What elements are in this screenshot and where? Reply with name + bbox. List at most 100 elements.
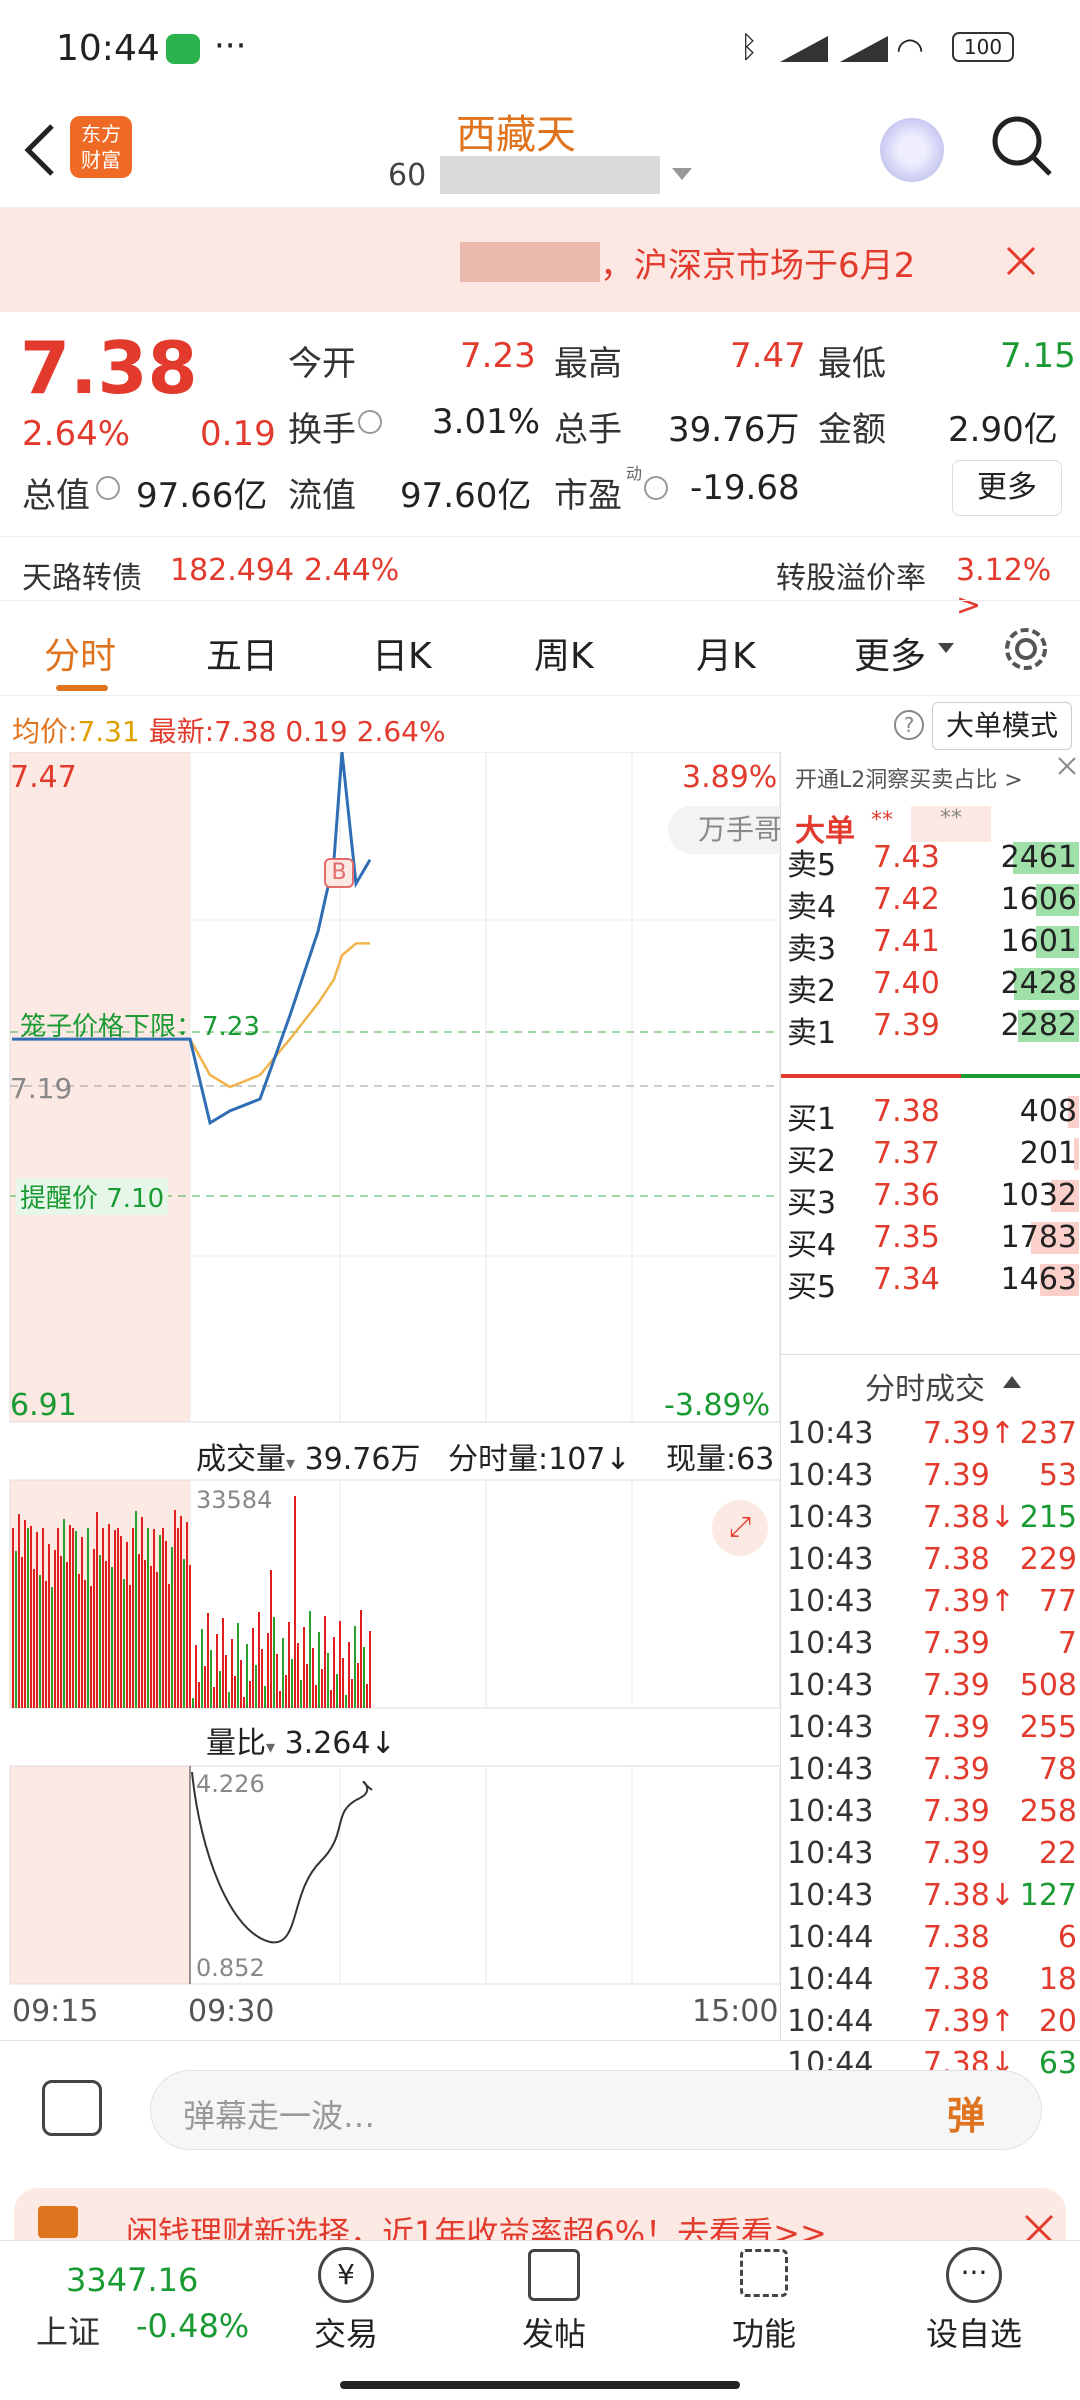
latest-change: 0.19 [285,715,348,748]
low-value: 7.15 [1000,336,1076,376]
tick-row: 10:43 7.39 508 [781,1668,1080,1710]
tick-row: 10:43 7.38↓ 215 [781,1500,1080,1542]
big-order-mode-button[interactable]: 大单模式 [932,702,1072,750]
post-icon[interactable] [528,2249,580,2301]
danmu-button[interactable]: 弹 [947,2085,985,2140]
more-button[interactable]: 更多 [952,460,1062,516]
ratio-value: 3.264↓ [284,1726,396,1761]
dropdown-icon[interactable] [672,168,692,182]
volume-bar [99,1555,101,1708]
settings-icon[interactable] [1002,625,1050,673]
nav-function[interactable]: 功能 [732,2309,796,2355]
comment-placeholder: 弹幕走一波… [183,2097,376,2135]
volume-bar [15,1551,17,1708]
wifi-icon: ◠ [896,30,924,68]
bid-row[interactable]: 买4 7.35 1783 [781,1216,1080,1263]
volume-bar [96,1512,98,1708]
volume-bar [276,1654,278,1708]
l2-banner[interactable]: 开通L2洞察买卖占比 > [795,762,1023,794]
bid-row[interactable]: 买5 7.34 1463 [781,1258,1080,1305]
collapse-icon[interactable] [1003,1376,1021,1388]
quote-panel: 7.38 2.64% 0.19 总值 97.66亿 今开 7.23 最高 7.4… [0,312,1080,542]
bid-row[interactable]: 买1 7.38 408 [781,1090,1080,1137]
pct-top-label: 3.89% [682,760,778,795]
active-tab-indicator [56,685,108,691]
tick-row: 10:43 7.39 258 [781,1794,1080,1836]
help-icon[interactable]: ? [894,710,924,740]
add-favorite-icon[interactable]: ··· [946,2247,1002,2303]
comment-icon[interactable] [42,2080,102,2136]
ratio-max-label: 4.226 [196,1770,265,1798]
tab-day-k[interactable]: 日K [372,627,432,679]
tab-week-k[interactable]: 周K [534,627,594,679]
ask-row[interactable]: 卖5 7.43 2461 [781,836,1080,883]
wan-shou-badge[interactable]: 万手哥 [668,806,780,854]
nav-post[interactable]: 发帖 [522,2309,586,2355]
ask-row[interactable]: 卖2 7.40 2428 [781,962,1080,1009]
volume-bar [105,1561,107,1708]
market-notice[interactable]: ，沪深京市场于6月2 [0,208,1080,312]
tick-row: 10:43 7.39 22 [781,1836,1080,1878]
now-volume: 现量:63 [666,1442,775,1477]
tick-price: 7.38 [923,1962,990,1997]
comment-input[interactable]: 弹幕走一波… 弹 [150,2070,1042,2150]
price-chart[interactable] [0,752,780,2040]
tick-time: 10:43 [787,1668,874,1703]
index-value[interactable]: 3347.16 [66,2261,198,2299]
volume-label[interactable]: 成交量 [196,1442,286,1477]
tick-time: 10:43 [787,1794,874,1829]
expand-icon[interactable]: ⤢ [712,1500,768,1556]
bid-row[interactable]: 买3 7.36 1032 [781,1174,1080,1221]
bid-row[interactable]: 买2 7.37 201 [781,1132,1080,1179]
ask-row[interactable]: 卖3 7.41 1601 [781,920,1080,967]
alert-price-label[interactable]: 提醒价 7.10 [16,1178,169,1215]
level-price: 7.36 [873,1178,940,1213]
status-time: 10:44 [56,28,160,69]
pct-bottom-label: -3.89% [664,1388,771,1423]
tab-month-k[interactable]: 月K [696,627,756,679]
ask-row[interactable]: 卖1 7.39 2282 [781,1004,1080,1051]
tab-fenshi[interactable]: 分时 [44,627,116,679]
float-label: 流值 [288,476,356,516]
trade-icon[interactable]: ¥ [318,2247,374,2303]
info-icon[interactable] [96,476,120,500]
tick-row: 10:43 7.39↑ 77 [781,1584,1080,1626]
volume-max-label: 33584 [196,1486,273,1514]
home-indicator[interactable] [340,2381,740,2389]
function-icon[interactable] [740,2249,788,2297]
y-top-label: 7.47 [10,760,77,795]
search-icon[interactable] [990,114,1054,178]
pe-info-icon[interactable] [644,476,668,500]
premium-label: 转股溢价率 [776,561,926,596]
bond-row[interactable]: 天路转债 182.494 2.44% 转股溢价率 3.12% > [0,536,1080,623]
volume-bar [216,1634,218,1708]
volume-bar [327,1653,329,1708]
close-icon[interactable] [1006,246,1036,276]
ticks-title[interactable]: 分时成交 [865,1364,985,1408]
nav-add-favorite[interactable]: 设自选 [926,2309,1022,2355]
tab-five-day[interactable]: 五日 [206,627,278,679]
tick-time: 10:43 [787,1458,874,1493]
level-price: 7.38 [873,1094,940,1129]
latest-value: 7.38 [214,715,277,748]
tick-volume: 20 [1038,2004,1077,2039]
tick-price: 7.38 [923,1920,990,1955]
volume-bar [195,1645,197,1708]
buy-signal-marker[interactable]: B [324,858,354,888]
turnover-info-icon[interactable] [358,410,382,434]
volume-bar [120,1536,122,1708]
volume-bar [228,1692,230,1708]
robot-avatar[interactable] [880,118,944,182]
volume-bar [39,1575,41,1708]
volume-bar [339,1621,341,1708]
nav-trade[interactable]: 交易 [314,2309,378,2355]
ask-row[interactable]: 卖4 7.42 1606 [781,878,1080,925]
volume-bar [345,1695,347,1708]
ratio-label[interactable]: 量比 [206,1726,266,1761]
close-banner-icon[interactable] [1057,756,1077,776]
stock-code[interactable]: 60 [388,158,426,193]
back-icon[interactable] [22,122,56,178]
volume-bar [288,1622,290,1708]
volume-bar [132,1528,134,1708]
tab-more[interactable]: 更多 [854,627,926,679]
